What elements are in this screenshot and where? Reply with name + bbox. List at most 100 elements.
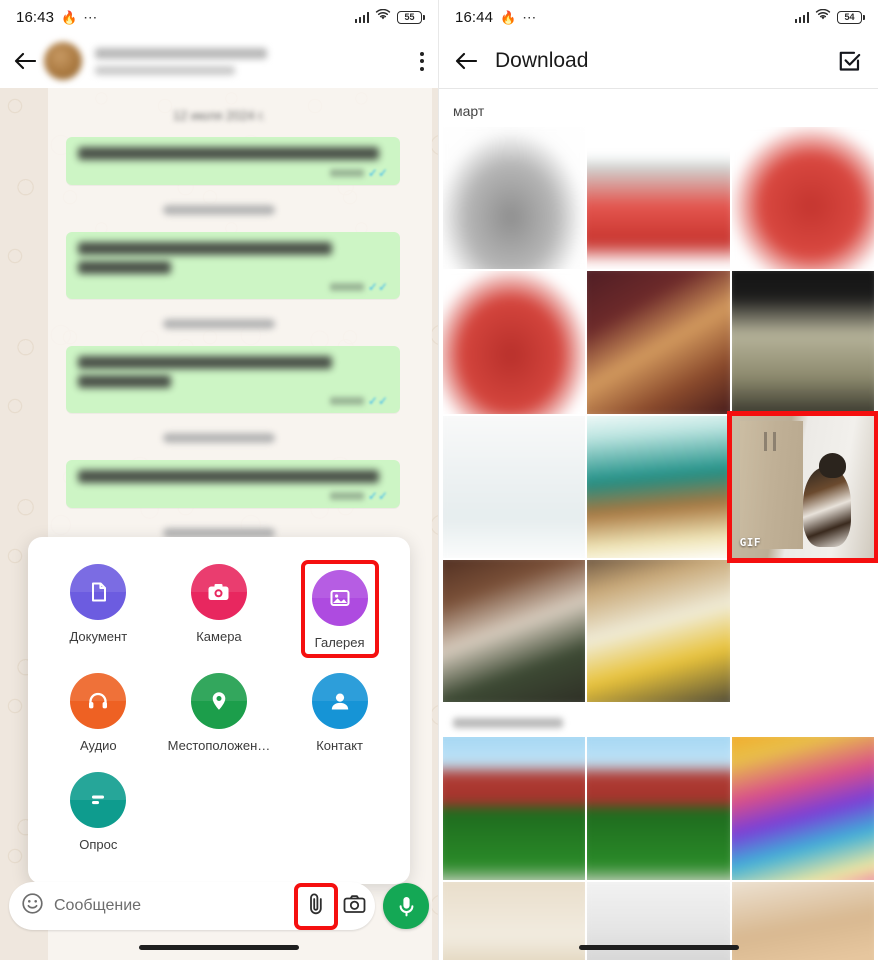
gif-badge: GIF [739, 535, 762, 549]
message-bubble[interactable]: ✓✓ [66, 346, 400, 413]
red-sneaker-photo[interactable] [443, 271, 586, 414]
chat-header [0, 34, 438, 88]
message-input-bar: Сообщение [0, 882, 438, 930]
message-bubble[interactable]: ✓✓ [66, 137, 400, 185]
read-receipt-icon: ✓✓ [367, 165, 388, 180]
status-bar-left: 16:43 🔥 ⋯ 55 [0, 0, 438, 34]
dual-screenshot-container: 16:43 🔥 ⋯ 55 12 июля 2024 г. ✓✓ ✓✓ ✓✓ ✓✓… [0, 0, 878, 960]
chat-contact-info[interactable] [95, 47, 420, 75]
paperclip-highlight-box [294, 882, 338, 930]
status-overflow-dots: ⋯ [522, 9, 538, 25]
people-photo[interactable] [443, 559, 586, 703]
camera-icon [190, 564, 247, 620]
whatsapp-chat-screen: 16:43 🔥 ⋯ 55 12 июля 2024 г. ✓✓ ✓✓ ✓✓ ✓✓… [0, 0, 439, 960]
signal-icon [354, 11, 369, 23]
kebab-menu-icon[interactable] [420, 51, 424, 71]
dark-portrait-photo[interactable] [587, 271, 730, 414]
paperclip-icon[interactable] [305, 892, 327, 921]
date-divider [14, 202, 424, 220]
attachment-item-audio[interactable]: Аудио [38, 664, 159, 763]
headphones-icon [70, 673, 127, 729]
microphone-button[interactable] [383, 883, 429, 929]
status-time: 16:43 [16, 8, 55, 26]
status-indicators: 54 [794, 8, 865, 26]
attachment-label: Камера [196, 629, 242, 644]
message-meta: ✓✓ [78, 280, 388, 293]
camera-icon[interactable] [342, 893, 367, 920]
attachment-label: Аудио [79, 738, 117, 753]
message-input-pill[interactable]: Сообщение [9, 882, 375, 930]
input-action-icons [294, 882, 367, 930]
attachment-label: Контакт [316, 738, 363, 753]
cat-detail [802, 466, 852, 547]
field-photo-2[interactable] [587, 737, 730, 880]
contact-avatar[interactable] [44, 42, 82, 80]
message-timestamp [329, 168, 364, 177]
field-photo-1[interactable] [443, 737, 586, 880]
message-timestamp [329, 396, 364, 405]
home-indicator [139, 945, 299, 950]
message-input-placeholder[interactable]: Сообщение [54, 897, 298, 915]
emoji-smiley-icon[interactable] [21, 892, 44, 920]
document-photo[interactable] [443, 415, 586, 558]
attachment-label: Галерея [314, 635, 365, 650]
gallery-header: Download [439, 34, 878, 88]
back-arrow-icon[interactable] [10, 46, 40, 76]
message-meta: ✓✓ [78, 489, 388, 502]
grey-shoe-photo[interactable] [443, 127, 586, 270]
contact-person-icon [311, 673, 368, 729]
message-text-redacted [78, 242, 333, 255]
message-text-redacted [78, 375, 171, 388]
page-title: Download [495, 49, 589, 72]
read-receipt-icon: ✓✓ [367, 488, 388, 503]
battery-icon: 54 [837, 10, 865, 24]
teal-artwork-photo[interactable] [587, 415, 730, 558]
gallery-highlight-box: Галерея [300, 560, 379, 658]
wifi-icon [375, 8, 391, 26]
contact-status-redacted [95, 65, 235, 75]
gallery-grid-section-1: GIF [439, 127, 878, 703]
battery-icon: 55 [397, 10, 425, 24]
message-text-redacted [78, 356, 333, 369]
red-shoes-pair-photo[interactable] [587, 127, 730, 270]
attachment-item-camera[interactable]: Камера [159, 555, 280, 664]
attachment-item-gallery[interactable]: Галерея [279, 555, 400, 664]
attachment-row-1: Документ Камера Галерея [38, 555, 400, 664]
red-shoe-photo[interactable] [731, 127, 874, 270]
status-bar-right: 16:44 🔥 ⋯ 54 [439, 0, 878, 34]
attachment-menu-sheet: Документ Камера Галерея Аудио Местополож… [28, 537, 410, 884]
gallery-content[interactable]: март GIF [439, 89, 878, 960]
checkbox-select-icon[interactable] [834, 46, 864, 76]
attachment-item-poll[interactable]: Опрос [38, 763, 159, 862]
empty-cell [731, 559, 874, 703]
attachment-label: Местоположен… [167, 738, 271, 753]
attachment-item-document[interactable]: Документ [38, 555, 159, 664]
dark-object-photo[interactable] [731, 271, 874, 414]
bottom-photo-3[interactable] [731, 881, 874, 960]
read-receipt-icon: ✓✓ [367, 393, 388, 408]
date-divider [14, 430, 424, 448]
status-indicators: 55 [354, 8, 425, 26]
message-bubble[interactable]: ✓✓ [66, 460, 400, 508]
cat-gif-thumbnail[interactable]: GIF [726, 410, 878, 563]
date-divider-redacted [163, 319, 275, 329]
gallery-section-label-redacted [453, 718, 563, 729]
desk-photo[interactable] [587, 559, 730, 703]
message-bubble[interactable]: ✓✓ [66, 232, 400, 299]
bottom-photo-1[interactable] [443, 881, 586, 960]
attachment-item-location[interactable]: Местоположен… [159, 664, 280, 763]
colorful-photo[interactable] [731, 737, 874, 880]
attachment-spacer [279, 763, 400, 862]
chat-scroll[interactable]: 12 июля 2024 г. ✓✓ ✓✓ ✓✓ ✓✓ [0, 88, 438, 601]
status-time: 16:44 [455, 8, 494, 26]
attachment-item-contact[interactable]: Контакт [279, 664, 400, 763]
date-divider-redacted [163, 433, 275, 443]
gallery-grid-section-2 [439, 737, 878, 960]
message-text-redacted [78, 470, 379, 483]
back-arrow-icon[interactable] [451, 46, 481, 76]
message-list: 12 июля 2024 г. ✓✓ ✓✓ ✓✓ ✓✓ [14, 88, 424, 601]
signal-icon [794, 11, 809, 23]
cat-head-detail [818, 452, 846, 479]
chat-message-area: 12 июля 2024 г. ✓✓ ✓✓ ✓✓ ✓✓ Документ Кам… [0, 88, 438, 960]
attachment-spacer [159, 763, 280, 862]
